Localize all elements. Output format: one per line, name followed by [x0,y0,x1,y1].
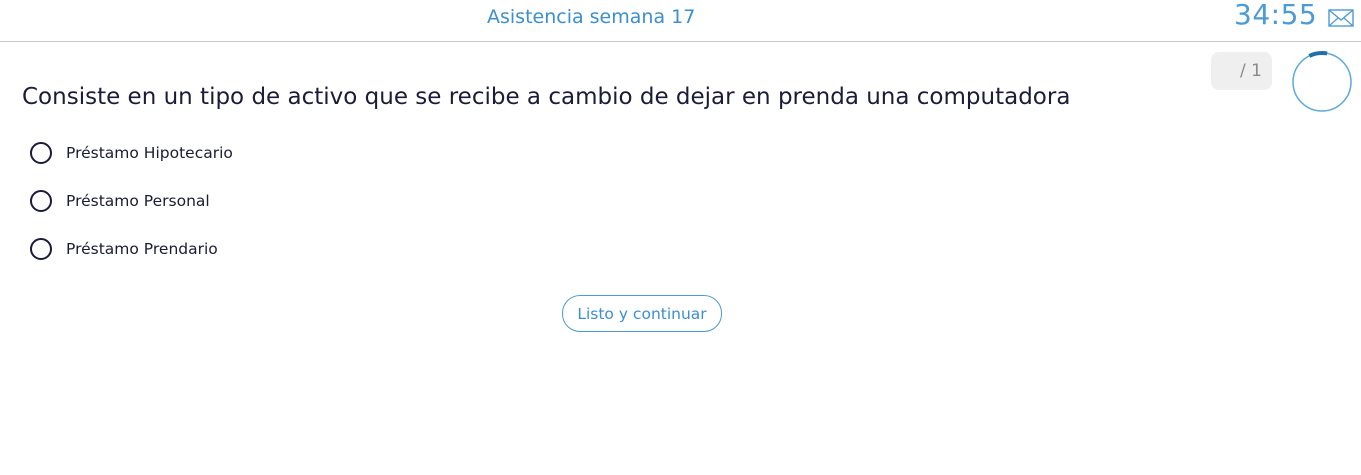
progress-ring [1292,51,1352,112]
option-hipotecario[interactable]: Préstamo Hipotecario [30,142,233,164]
question-counter-text: / 1 [1240,61,1262,81]
option-personal[interactable]: Préstamo Personal [30,190,210,212]
progress-ring-track [1292,52,1352,112]
countdown-timer: 34:55 [1234,0,1318,31]
radio-button[interactable] [30,142,52,164]
envelope-icon[interactable] [1328,8,1354,28]
option-label: Préstamo Personal [66,192,210,210]
top-bar: Asistencia semana 17 34:55 [0,0,1361,42]
radio-button[interactable] [30,238,52,260]
option-label: Préstamo Prendario [66,240,218,258]
continue-button[interactable]: Listo y continuar [562,295,722,332]
progress-ring-arc [1308,51,1328,58]
radio-button[interactable] [30,190,52,212]
question-text: Consiste en un tipo de activo que se rec… [22,84,1071,110]
option-label: Préstamo Hipotecario [66,144,233,162]
quiz-title: Asistencia semana 17 [487,6,696,28]
option-prendario[interactable]: Préstamo Prendario [30,238,218,260]
question-counter: / 1 [1211,52,1272,90]
